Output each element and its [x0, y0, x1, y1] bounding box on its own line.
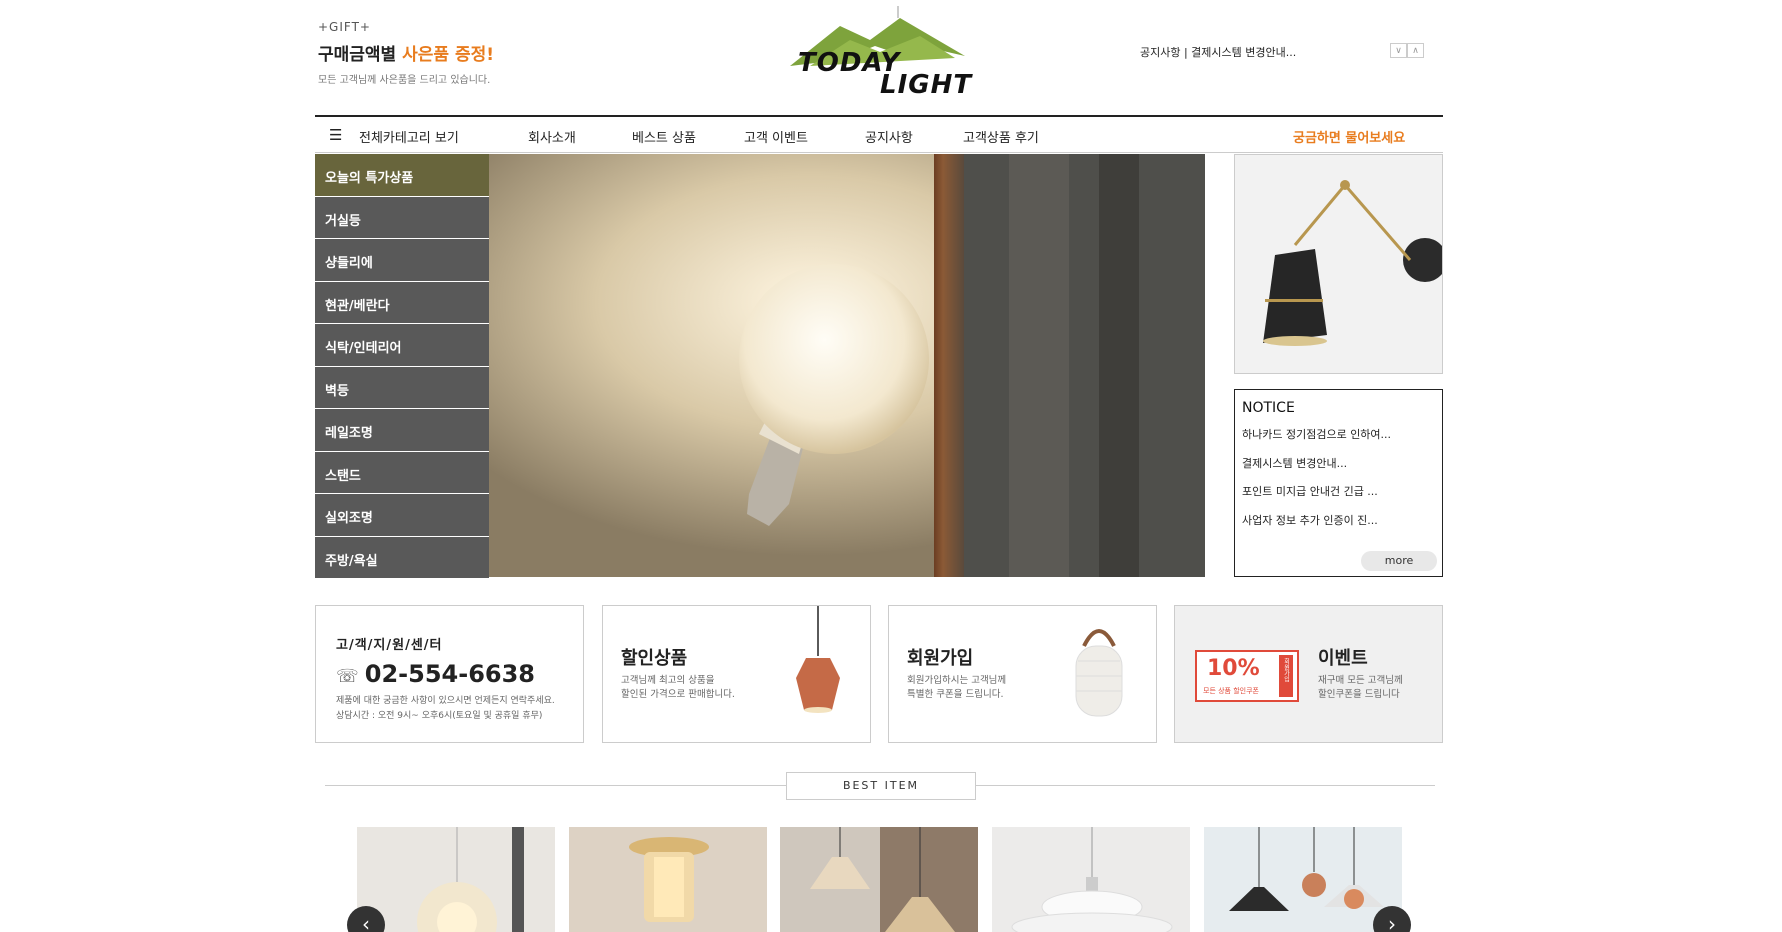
- notice-item[interactable]: 사업자 정보 추가 인증이 진...: [1242, 512, 1435, 541]
- event-description: 재구매 모든 고객님께 할인쿠폰을 드립니다: [1318, 675, 1403, 700]
- gift-promo[interactable]: +GIFT+ 구매금액별 사은품 증정! 모든 고객님께 사은품을 드리고 있습…: [318, 20, 528, 90]
- gift-subtitle: 모든 고객님께 사은품을 드리고 있습니다.: [318, 75, 491, 86]
- main-nav: ☰ 전체카테고리 보기 회사소개 베스트 상품 고객 이벤트 공지사항 고객상품…: [315, 115, 1443, 153]
- category-item[interactable]: 현관/베란다: [315, 281, 489, 324]
- support-phone: ☏ 02-554-6638: [336, 660, 535, 688]
- lantern-icon: [1075, 629, 1123, 717]
- category-item[interactable]: 샹들리에: [315, 239, 489, 282]
- notice-title: NOTICE: [1242, 400, 1295, 416]
- category-sidebar: 오늘의 특가상품 거실등 샹들리에 현관/베란다 식탁/인테리어 벽등 레일조명…: [315, 154, 489, 579]
- gift-tag: +GIFT+: [318, 20, 371, 34]
- category-item[interactable]: 식탁/인테리어: [315, 324, 489, 367]
- white-pendant-image: [1011, 827, 1173, 932]
- nav-item-best[interactable]: 베스트 상품: [632, 127, 696, 146]
- nav-item-review[interactable]: 고객상품 후기: [963, 127, 1039, 146]
- nav-ask[interactable]: 궁금하면 물어보세요: [1293, 127, 1405, 146]
- ticker-controls: ∨ ∧: [1390, 43, 1424, 58]
- category-item[interactable]: 주방/욕실: [315, 536, 489, 579]
- category-item[interactable]: 레일조명: [315, 409, 489, 452]
- logo-text-light: LIGHT: [880, 70, 973, 100]
- notice-item[interactable]: 결제시스템 변경안내...: [1242, 455, 1435, 484]
- phone-icon: ☏: [336, 666, 365, 687]
- nav-item-event[interactable]: 고객 이벤트: [744, 127, 808, 146]
- event-title: 이벤트: [1318, 648, 1368, 669]
- chevron-up-icon[interactable]: ∧: [1407, 43, 1424, 58]
- site-logo[interactable]: TODAY LIGHT: [780, 6, 973, 102]
- crystal-ceiling-lamp-image: [629, 837, 709, 922]
- support-description: 제품에 대한 궁금한 사항이 있으시면 언제든지 연락주세요. 상담시간 : 오전…: [336, 696, 555, 721]
- category-item[interactable]: 거실등: [315, 196, 489, 239]
- gift-title: 구매금액별 사은품 증정!: [318, 45, 494, 65]
- join-title: 회원가입: [907, 648, 974, 669]
- coupon-side-label: 회원가입: [1279, 655, 1293, 697]
- category-item[interactable]: 실외조명: [315, 494, 489, 537]
- product-card[interactable]: [992, 827, 1190, 932]
- nav-all-categories[interactable]: 전체카테고리 보기: [359, 127, 459, 146]
- chevron-left-icon: ‹: [362, 912, 370, 932]
- product-card[interactable]: [569, 827, 767, 932]
- side-banner-image[interactable]: [1234, 154, 1443, 374]
- hero-banner-image[interactable]: [489, 154, 1205, 577]
- notice-more-button[interactable]: more: [1361, 551, 1437, 571]
- sparkle-chandelier-image: [417, 827, 524, 932]
- chevron-right-icon: ›: [1388, 912, 1396, 932]
- sale-title: 할인상품: [621, 648, 688, 669]
- swing-arm-lamp-illustration: [1235, 155, 1442, 373]
- coupon-icon: 10% 모든 상품 할인쿠폰 회원가입: [1195, 650, 1299, 702]
- pendant-lamp-icon: [796, 606, 840, 713]
- best-item-title: BEST ITEM: [786, 772, 976, 800]
- product-card[interactable]: [357, 827, 555, 932]
- support-title: 고/객/지/원/센/터: [336, 638, 443, 653]
- event-box[interactable]: 10% 모든 상품 할인쿠폰 회원가입 이벤트 재구매 모든 고객님께 할인쿠폰을…: [1174, 605, 1443, 743]
- notice-item[interactable]: 하나카드 정기점검으로 인하여...: [1242, 426, 1435, 455]
- notice-box: NOTICE 하나카드 정기점검으로 인하여... 결제시스템 변경안내... …: [1234, 389, 1443, 577]
- glass-pendant-image: [810, 827, 978, 932]
- join-description: 회원가입하시는 고객님께 특별한 쿠폰을 드립니다.: [907, 675, 1007, 700]
- customer-support-box[interactable]: 고/객/지/원/센/터 ☏ 02-554-6638 제품에 대한 궁금한 사항이…: [315, 605, 584, 743]
- wall-lamp-illustration: [489, 154, 1205, 577]
- category-item[interactable]: 벽등: [315, 366, 489, 409]
- product-card[interactable]: [1204, 827, 1402, 932]
- membership-box[interactable]: 회원가입 회원가입하시는 고객님께 특별한 쿠폰을 드립니다.: [888, 605, 1157, 743]
- product-card[interactable]: [780, 827, 978, 932]
- sale-products-box[interactable]: 할인상품 고객님께 최고의 상품을 할인된 가격으로 판매합니다.: [602, 605, 871, 743]
- menu-icon[interactable]: ☰: [329, 126, 342, 144]
- category-item[interactable]: 오늘의 특가상품: [315, 154, 489, 197]
- nav-item-company[interactable]: 회사소개: [528, 127, 576, 146]
- sale-description: 고객님께 최고의 상품을 할인된 가격으로 판매합니다.: [621, 675, 735, 700]
- notice-ticker[interactable]: 공지사항 | 결제시스템 변경안내...: [1140, 44, 1296, 60]
- nav-item-notice[interactable]: 공지사항: [865, 127, 913, 146]
- notice-item[interactable]: 포인트 미지급 안내건 긴급 ...: [1242, 483, 1435, 512]
- chevron-down-icon[interactable]: ∨: [1390, 43, 1407, 58]
- category-item[interactable]: 스탠드: [315, 451, 489, 494]
- multi-pendant-image: [1229, 827, 1384, 911]
- carousel-next-button[interactable]: ›: [1373, 906, 1411, 932]
